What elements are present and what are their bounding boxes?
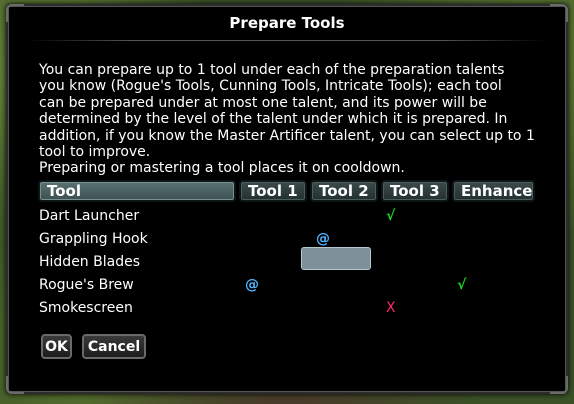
description-line: tool to improve. xyxy=(39,144,151,161)
cancel-button[interactable]: Cancel xyxy=(82,334,146,359)
selected-cell[interactable] xyxy=(301,247,371,270)
tool-row-hidden-blades[interactable]: Hidden Blades xyxy=(39,253,140,271)
x-mark-icon[interactable]: X xyxy=(386,299,396,317)
prepared-marker-icon[interactable]: @ xyxy=(316,230,330,248)
description-line: addition, if you know the Master Artific… xyxy=(39,127,535,144)
column-header-tool-1[interactable]: Tool 1 xyxy=(239,180,307,202)
column-header-tool[interactable]: Tool xyxy=(38,180,236,202)
ok-button[interactable]: OK xyxy=(41,334,72,359)
description-line: You can prepare up to 1 tool under each … xyxy=(39,62,505,78)
description-line: you know (Rogue's Tools, Cunning Tools, … xyxy=(39,78,502,95)
column-header-tool-3[interactable]: Tool 3 xyxy=(381,180,449,202)
tool-row-rogues-brew[interactable]: Rogue's Brew xyxy=(39,276,134,294)
title-divider xyxy=(28,40,546,41)
description-line: Preparing or mastering a tool places it … xyxy=(39,160,405,177)
check-mark-icon[interactable]: √ xyxy=(457,276,466,294)
column-header-enhance[interactable]: Enhance xyxy=(452,180,535,202)
dialog-corner-ornament xyxy=(6,376,24,394)
tool-row-dart-launcher[interactable]: Dart Launcher xyxy=(39,207,139,225)
description-line: can be prepared under at most one talent… xyxy=(39,94,487,111)
column-header-tool-2[interactable]: Tool 2 xyxy=(310,180,378,202)
description-line: determined by the level of the talent un… xyxy=(39,111,508,128)
dialog-description: You can prepare up to 1 tool under each … xyxy=(39,62,549,177)
check-mark-icon[interactable]: √ xyxy=(386,207,395,225)
tool-row-grappling-hook[interactable]: Grappling Hook xyxy=(39,230,148,248)
dialog-title: Prepare Tools xyxy=(229,14,345,32)
dialog-corner-ornament xyxy=(550,376,568,394)
tool-row-smokescreen[interactable]: Smokescreen xyxy=(39,299,133,317)
prepared-marker-icon[interactable]: @ xyxy=(245,276,259,294)
